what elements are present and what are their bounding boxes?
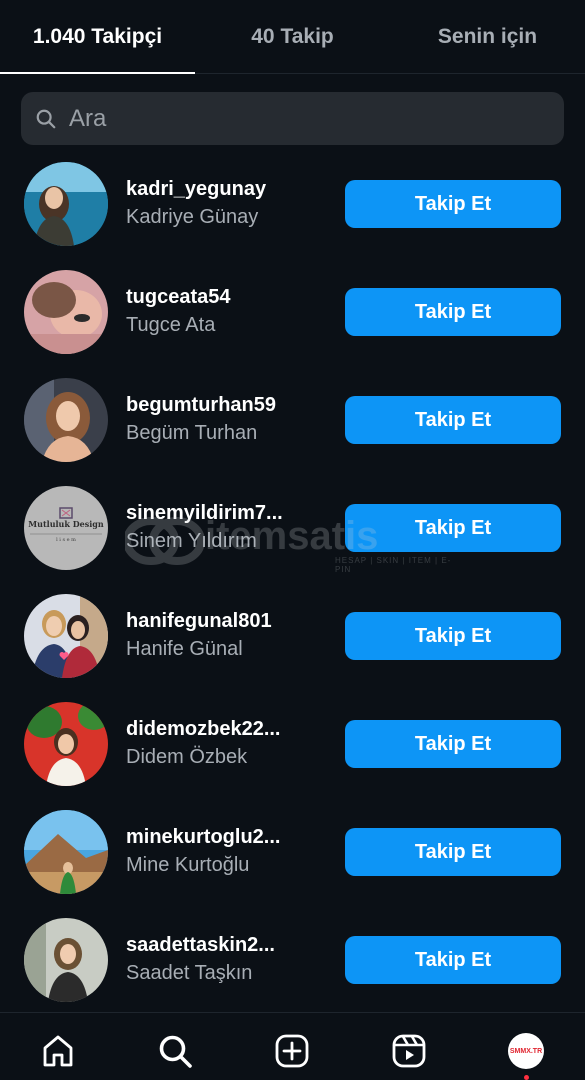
bottom-nav: SMMX.TR <box>0 1012 585 1080</box>
follow-button[interactable]: Takip Et <box>345 504 561 552</box>
tab-following[interactable]: 40 Takip <box>195 0 390 73</box>
avatar[interactable] <box>24 270 108 354</box>
avatar-logo-text: Mutluluk Design <box>28 519 104 529</box>
create-icon <box>275 1034 309 1068</box>
avatar[interactable] <box>24 702 108 786</box>
notification-dot <box>524 1075 529 1080</box>
search-input[interactable] <box>69 104 509 133</box>
full-name: Sinem Yıldırım <box>126 530 257 552</box>
username[interactable]: sinemyildirim7... <box>126 500 316 526</box>
full-name: Kadriye Günay <box>126 206 259 228</box>
username[interactable]: tugceata54 <box>126 284 316 310</box>
search-icon <box>36 109 56 128</box>
follow-button[interactable]: Takip Et <box>345 720 561 768</box>
profile-avatar: SMMX.TR <box>508 1033 544 1069</box>
username[interactable]: didemozbek22... <box>126 716 316 742</box>
follower-names: tugceata54 Tugce Ata <box>126 284 316 340</box>
follower-names: begumturhan59 Begüm Turhan <box>126 392 316 448</box>
follower-names: sinemyildirim7... Sinem Yıldırım <box>126 500 316 556</box>
follower-names: minekurtoglu2... Mine Kurtoğlu <box>126 824 316 880</box>
follower-tabs: 1.040 Takipçi 40 Takip Senin için <box>0 0 585 74</box>
follow-button[interactable]: Takip Et <box>345 936 561 984</box>
follow-button[interactable]: Takip Et <box>345 396 561 444</box>
follower-row: begumturhan59 Begüm Turhan Takip Et <box>0 366 585 474</box>
follow-button[interactable]: Takip Et <box>345 612 561 660</box>
follower-names: didemozbek22... Didem Özbek <box>126 716 316 772</box>
nav-search[interactable] <box>155 1031 195 1071</box>
full-name: Didem Özbek <box>126 746 248 768</box>
nav-profile[interactable]: SMMX.TR <box>506 1031 546 1071</box>
username[interactable]: saadettaskin2... <box>126 932 316 958</box>
follow-button[interactable]: Takip Et <box>345 288 561 336</box>
follower-names: hanifegunal801 Hanife Günal <box>126 608 316 664</box>
nav-create[interactable] <box>272 1031 312 1071</box>
full-name: Begüm Turhan <box>126 422 258 444</box>
avatar[interactable] <box>24 594 108 678</box>
full-name: Tugce Ata <box>126 314 216 336</box>
tab-followers[interactable]: 1.040 Takipçi <box>0 0 195 74</box>
avatar[interactable] <box>24 162 108 246</box>
search-icon <box>159 1035 192 1068</box>
follower-list: kadri_yegunay Kadriye Günay Takip Et tug… <box>0 150 585 1014</box>
follower-row: hanifegunal801 Hanife Günal Takip Et <box>0 582 585 690</box>
username[interactable]: hanifegunal801 <box>126 608 316 634</box>
avatar[interactable]: Mutluluk Design l i s e m <box>24 486 108 570</box>
nav-home[interactable] <box>38 1031 78 1071</box>
username[interactable]: kadri_yegunay <box>126 176 316 202</box>
follower-row: kadri_yegunay Kadriye Günay Takip Et <box>0 150 585 258</box>
username[interactable]: begumturhan59 <box>126 392 316 418</box>
reels-icon <box>392 1034 426 1068</box>
avatar-logo-subtext: l i s e m <box>56 537 76 543</box>
follower-names: saadettaskin2... Saadet Taşkın <box>126 932 316 988</box>
follower-row: Mutluluk Design l i s e m sinemyildirim7… <box>0 474 585 582</box>
follower-names: kadri_yegunay Kadriye Günay <box>126 176 316 232</box>
follow-button[interactable]: Takip Et <box>345 180 561 228</box>
follow-button[interactable]: Takip Et <box>345 828 561 876</box>
full-name: Saadet Taşkın <box>126 962 253 984</box>
avatar[interactable] <box>24 810 108 894</box>
full-name: Mine Kurtoğlu <box>126 854 250 876</box>
username[interactable]: minekurtoglu2... <box>126 824 316 850</box>
search-bar[interactable] <box>21 92 564 145</box>
avatar[interactable] <box>24 918 108 1002</box>
follower-row: saadettaskin2... Saadet Taşkın Takip Et <box>0 906 585 1014</box>
tab-for-you[interactable]: Senin için <box>390 0 585 73</box>
full-name: Hanife Günal <box>126 638 243 660</box>
follower-row: tugceata54 Tugce Ata Takip Et <box>0 258 585 366</box>
follower-row: didemozbek22... Didem Özbek Takip Et <box>0 690 585 798</box>
follower-row: minekurtoglu2... Mine Kurtoğlu Takip Et <box>0 798 585 906</box>
avatar[interactable] <box>24 378 108 462</box>
home-icon <box>43 1035 73 1067</box>
nav-reels[interactable] <box>389 1031 429 1071</box>
